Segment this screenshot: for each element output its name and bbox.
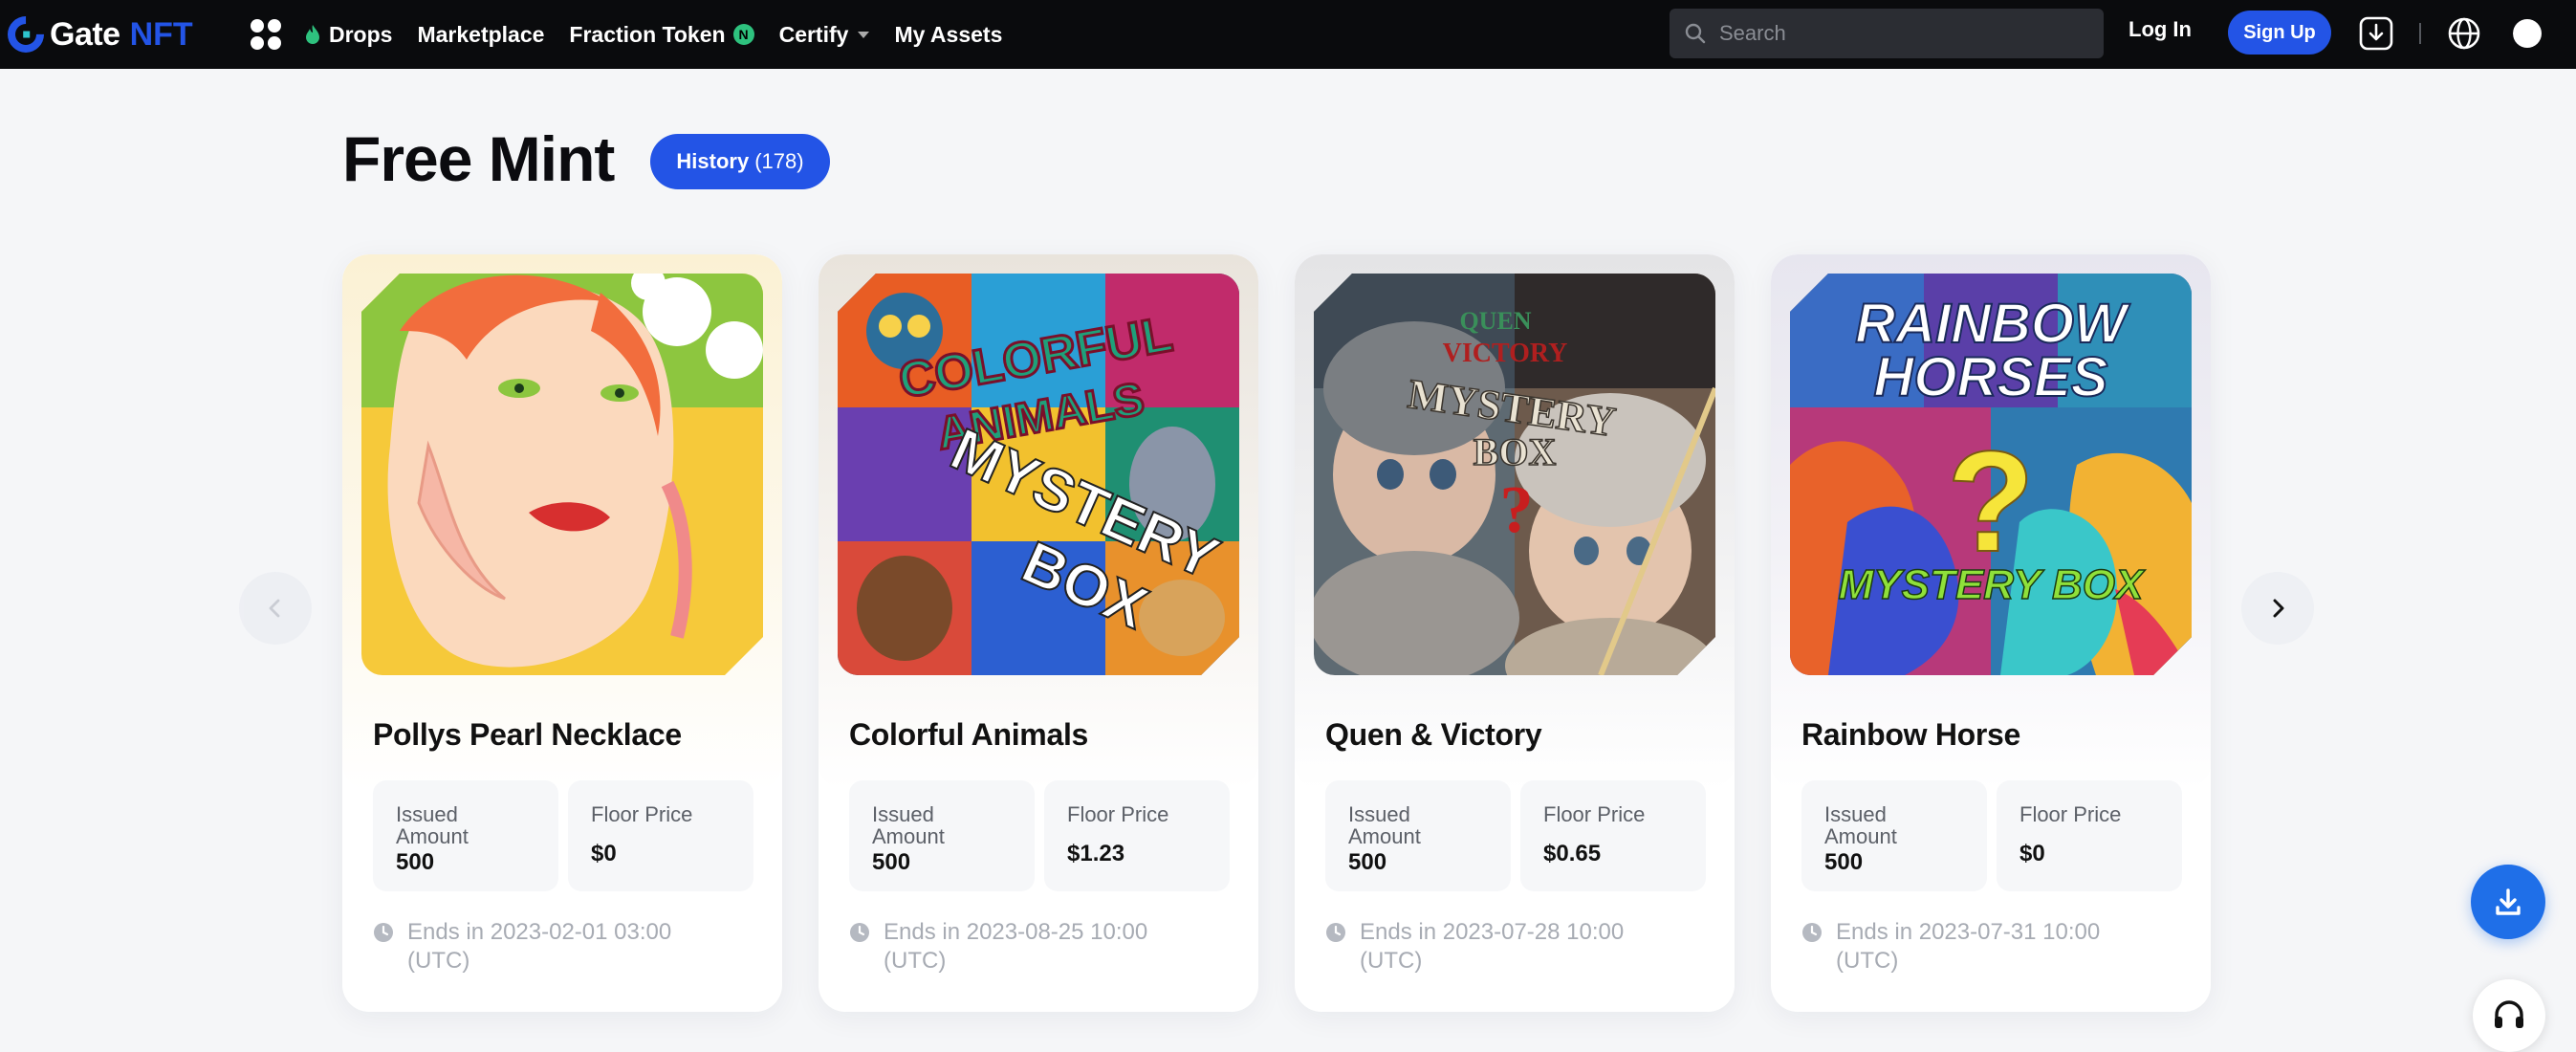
new-badge: N (732, 24, 754, 45)
floating-download-button[interactable] (2471, 865, 2545, 939)
search-icon (1685, 23, 1706, 44)
svg-text:HORSES: HORSES (1874, 346, 2108, 408)
floor-price-label: Floor Price (1543, 802, 1646, 826)
nav-divider (2419, 23, 2421, 44)
carousel-prev-button[interactable] (239, 572, 312, 645)
nav-item-fraction-token[interactable]: Fraction Token N (569, 21, 754, 48)
floor-price-value: $0 (591, 841, 617, 866)
clock-icon (850, 923, 869, 942)
floor-price-value: $1.23 (1067, 841, 1125, 866)
nav-item-label: Certify (778, 21, 849, 47)
nft-card-title: Pollys Pearl Necklace (373, 717, 682, 752)
issued-amount-value: 500 (1348, 849, 1387, 875)
svg-text:QUEN: QUEN (1459, 307, 1531, 335)
chevron-right-icon (2273, 599, 2284, 618)
chevron-left-icon (269, 599, 280, 618)
download-icon (2496, 888, 2521, 915)
history-label: History (676, 149, 750, 173)
nft-card[interactable]: RAINBOW HORSES ? MYSTERY BOX Rainbow Hor… (1771, 254, 2211, 1012)
nav-item-label: Marketplace (417, 21, 545, 47)
page-title: Free Mint (342, 123, 615, 194)
ends-time-text: Ends in 2023-07-31 10:00 (UTC) (1836, 919, 2101, 974)
nft-card-image: RAINBOW HORSES ? MYSTERY BOX (1790, 274, 2192, 675)
brand-name: Gate (50, 15, 120, 53)
ends-time: Ends in 2023-02-01 03:00 (UTC) (373, 918, 723, 975)
floor-price-box: Floor Price $0 (568, 780, 753, 891)
nft-card-title: Colorful Animals (849, 717, 1089, 752)
ends-time-text: Ends in 2023-02-01 03:00 (UTC) (407, 919, 672, 974)
floor-price-box: Floor Price $1.23 (1044, 780, 1230, 891)
nav-item-marketplace[interactable]: Marketplace (417, 22, 544, 48)
nav-item-certify[interactable]: Certify (779, 22, 870, 48)
nav-item-drops[interactable]: Drops (304, 22, 392, 48)
svg-text:?: ? (1947, 421, 2035, 581)
issued-amount-label: Issued Amount (872, 802, 945, 848)
floor-price-value: $0.65 (1543, 841, 1602, 866)
search-input[interactable] (1719, 21, 2083, 46)
nft-card-image (361, 274, 763, 675)
theme-toggle-icon[interactable] (2509, 15, 2545, 52)
issued-amount-value: 500 (396, 849, 435, 875)
nft-card[interactable]: Pollys Pearl Necklace Issued Amount 500 … (342, 254, 782, 1012)
issued-amount-value: 500 (1824, 849, 1864, 875)
ends-time: Ends in 2023-08-25 10:00 (UTC) (849, 918, 1199, 975)
globe-language-icon[interactable] (2446, 15, 2482, 52)
svg-text:?: ? (1500, 473, 1534, 547)
support-chat-button[interactable] (2473, 979, 2545, 1052)
svg-text:VICTORY: VICTORY (1443, 339, 1568, 368)
nft-card-title: Rainbow Horse (1801, 717, 2021, 752)
nav-item-label: Drops (329, 21, 393, 47)
app-download-icon[interactable] (2358, 15, 2394, 52)
issued-amount-label: Issued Amount (1348, 802, 1421, 848)
ends-time: Ends in 2023-07-28 10:00 (UTC) (1325, 918, 1675, 975)
svg-text:BOX: BOX (1474, 430, 1557, 473)
signup-button[interactable]: Sign Up (2228, 11, 2331, 55)
headset-icon (2495, 1000, 2523, 1028)
floor-price-box: Floor Price $0 (1997, 780, 2182, 891)
issued-amount-box: Issued Amount 500 (1325, 780, 1511, 891)
issued-amount-label: Issued Amount (1824, 802, 1897, 848)
floor-price-label: Floor Price (591, 802, 693, 826)
floor-price-label: Floor Price (2019, 802, 2122, 826)
nft-card-title: Quen & Victory (1325, 717, 1542, 752)
nft-card-image: COLORFUL ANIMALS MYSTERY BOX (838, 274, 1239, 675)
nav-item-label: My Assets (894, 21, 1003, 47)
nav-item-my-assets[interactable]: My Assets (894, 22, 1002, 48)
nft-card[interactable]: QUEN VICTORY MYSTERY BOX ? Quen & Victor… (1295, 254, 1735, 1012)
floor-price-label: Floor Price (1067, 802, 1169, 826)
nft-card-image: QUEN VICTORY MYSTERY BOX ? (1314, 274, 1715, 675)
floor-price-value: $0 (2019, 841, 2045, 866)
carousel-next-button[interactable] (2241, 572, 2314, 645)
apps-grid-icon[interactable] (251, 19, 281, 50)
ends-time-text: Ends in 2023-07-28 10:00 (UTC) (1360, 919, 1625, 974)
ends-time: Ends in 2023-07-31 10:00 (UTC) (1801, 918, 2151, 975)
clock-icon (374, 923, 393, 942)
top-navigation: Gate NFT Drops Marketplace Fraction Toke… (0, 0, 2576, 69)
gate-nft-logo[interactable]: Gate NFT (0, 9, 193, 60)
login-link[interactable]: Log In (2128, 17, 2192, 42)
caret-down-icon (858, 31, 870, 38)
svg-text:MYSTERY BOX: MYSTERY BOX (1839, 561, 2146, 608)
nav-item-label: Fraction Token (569, 21, 726, 47)
gate-logo-icon (0, 9, 52, 60)
brand-suffix: NFT (129, 15, 193, 53)
floor-price-box: Floor Price $0.65 (1520, 780, 1706, 891)
search-box[interactable] (1670, 9, 2104, 58)
main-menu: Drops Marketplace Fraction Token N Certi… (304, 0, 1002, 69)
issued-amount-box: Issued Amount 500 (373, 780, 558, 891)
history-button[interactable]: History (178) (650, 134, 830, 189)
history-count: (178) (754, 149, 804, 173)
flame-icon (306, 25, 319, 44)
issued-amount-label: Issued Amount (396, 802, 469, 848)
ends-time-text: Ends in 2023-08-25 10:00 (UTC) (884, 919, 1148, 974)
issued-amount-box: Issued Amount 500 (849, 780, 1035, 891)
issued-amount-box: Issued Amount 500 (1801, 780, 1987, 891)
clock-icon (1326, 923, 1345, 942)
clock-icon (1802, 923, 1822, 942)
issued-amount-value: 500 (872, 849, 911, 875)
nft-card[interactable]: COLORFUL ANIMALS MYSTERY BOX Colorful An… (819, 254, 1258, 1012)
